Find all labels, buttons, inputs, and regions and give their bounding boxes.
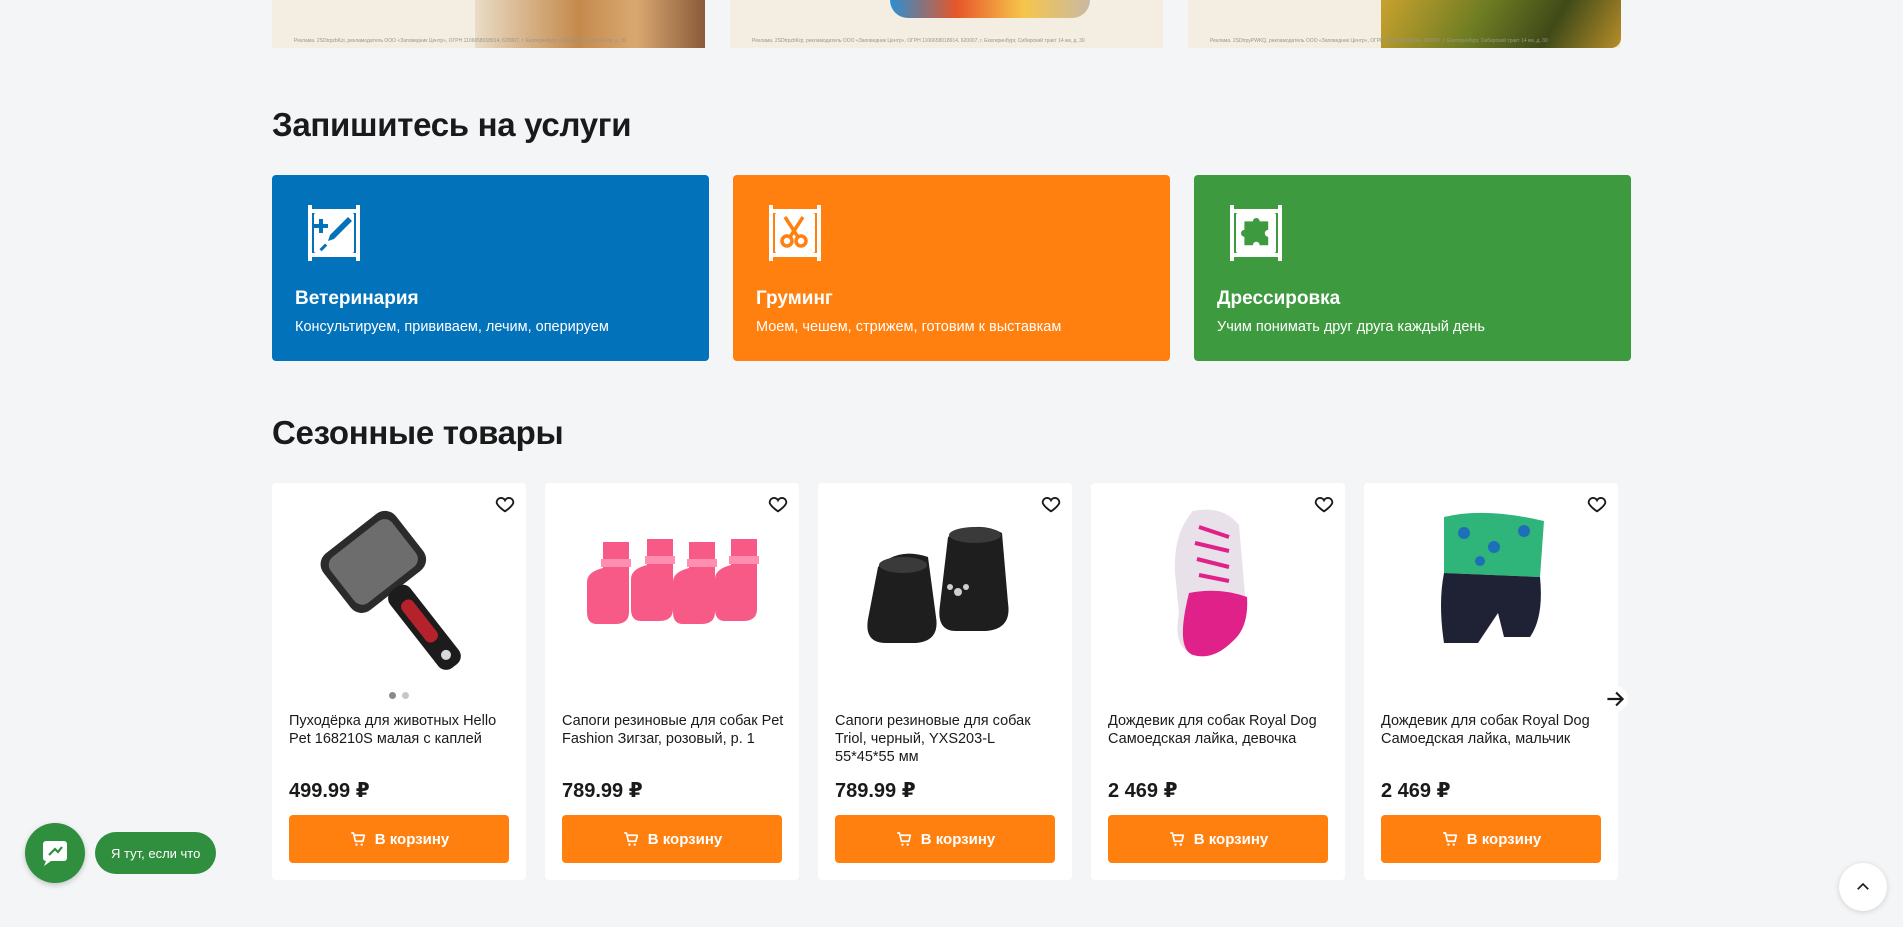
cart-icon <box>1169 832 1184 846</box>
cart-icon <box>1442 832 1457 846</box>
promo-banners: Реклама. 2SDtrpzbKzi, рекламодатель ООО … <box>272 0 1632 48</box>
green-raincoat-image <box>1441 512 1544 643</box>
black-boots-image <box>867 526 1009 643</box>
cart-icon <box>350 832 365 846</box>
service-card-veterinary[interactable]: Ветеринария Консультируем, прививаем, ле… <box>272 175 709 361</box>
image-pager[interactable] <box>272 692 526 699</box>
pink-raincoat-image <box>1174 509 1248 657</box>
promo-banner-3[interactable]: Реклама. 2SDtrpyPWKQ, рекламодатель ООО … <box>1188 0 1621 48</box>
product-price: 2 469 ₽ <box>1381 780 1451 802</box>
add-to-cart-button[interactable]: В корзину <box>289 815 509 863</box>
cart-icon <box>623 832 638 846</box>
product-card[interactable]: Сапоги резиновые для собак Triol, черный… <box>818 483 1072 880</box>
services-grid: Ветеринария Консультируем, прививаем, ле… <box>272 175 1632 361</box>
banner-legal-text: Реклама. 2SDtrpzbKzi, рекламодатель ООО … <box>294 38 627 44</box>
service-card-grooming[interactable]: Груминг Моем, чешем, стрижем, готовим к … <box>733 175 1170 361</box>
service-description: Моем, чешем, стрижем, готовим к выставка… <box>756 319 1062 335</box>
product-carousel: Пуходёрка для животных Hello Pet 168210S… <box>272 483 1632 880</box>
chat-icon <box>43 841 67 866</box>
service-description: Учим понимать друг друга каждый день <box>1217 319 1485 335</box>
promo-banner-1[interactable]: Реклама. 2SDtrpzbKzi, рекламодатель ООО … <box>272 0 705 48</box>
product-name[interactable]: Дождевик для собак Royal Dog Самоедская … <box>1381 712 1603 748</box>
product-name[interactable]: Пуходёрка для животных Hello Pet 168210S… <box>289 712 511 748</box>
add-to-cart-button[interactable]: В корзину <box>1108 815 1328 863</box>
seasonal-title: Сезонные товары <box>272 414 564 451</box>
services-title: Запишитесь на услуги <box>272 106 632 143</box>
arrow-right-icon[interactable] <box>1602 686 1628 712</box>
add-to-cart-button[interactable]: В корзину <box>835 815 1055 863</box>
product-card[interactable]: Сапоги резиновые для собак Pet Fashion З… <box>545 483 799 880</box>
product-price: 789.99 ₽ <box>562 780 643 802</box>
puzzle-icon <box>1230 205 1282 261</box>
add-to-cart-label: В корзину <box>920 830 996 848</box>
add-to-cart-button[interactable]: В корзину <box>1381 815 1601 863</box>
scissors-icon <box>769 205 821 261</box>
scroll-to-top-button[interactable] <box>1839 863 1887 911</box>
banner-legal-text: Реклама. 2SDtrpzbKqr, рекламодатель ООО … <box>752 38 1085 44</box>
product-card[interactable]: Дождевик для собак Royal Dog Самоедская … <box>1364 483 1618 880</box>
pink-boots-image <box>587 539 759 624</box>
chevron-up-icon <box>1857 882 1869 890</box>
product-price: 2 469 ₽ <box>1108 780 1178 802</box>
product-card[interactable]: Дождевик для собак Royal Dog Самоедская … <box>1091 483 1345 880</box>
product-name[interactable]: Сапоги резиновые для собак Pet Fashion З… <box>562 712 784 748</box>
chat-button[interactable] <box>25 823 85 883</box>
slicker-brush-image <box>320 510 461 670</box>
cans-photo <box>890 0 1090 18</box>
product-card[interactable]: Пуходёрка для животных Hello Pet 168210S… <box>272 483 526 880</box>
promo-banner-2[interactable]: Реклама. 2SDtrpzbKqr, рекламодатель ООО … <box>730 0 1163 48</box>
product-price: 789.99 ₽ <box>835 780 916 802</box>
product-price: 499.99 ₽ <box>289 780 370 802</box>
service-name: Дрессировка <box>1217 288 1341 309</box>
cart-icon <box>896 832 911 846</box>
service-card-training[interactable]: Дрессировка Учим понимать друг друга каж… <box>1194 175 1631 361</box>
product-name[interactable]: Сапоги резиновые для собак Triol, черный… <box>835 712 1057 766</box>
service-description: Консультируем, прививаем, лечим, опериру… <box>295 319 609 335</box>
syringe-icon <box>308 205 360 261</box>
add-to-cart-label: В корзину <box>1193 830 1269 848</box>
add-to-cart-label: В корзину <box>1466 830 1542 848</box>
service-name: Ветеринария <box>295 288 419 309</box>
banner-legal-text: Реклама. 2SDtrpyPWKQ, рекламодатель ООО … <box>1210 38 1548 44</box>
service-name: Груминг <box>756 288 833 309</box>
product-name[interactable]: Дождевик для собак Royal Dog Самоедская … <box>1108 712 1330 748</box>
add-to-cart-button[interactable]: В корзину <box>562 815 782 863</box>
add-to-cart-label: В корзину <box>374 830 450 848</box>
chat-label[interactable]: Я тут, если что <box>95 832 217 874</box>
add-to-cart-label: В корзину <box>647 830 723 848</box>
